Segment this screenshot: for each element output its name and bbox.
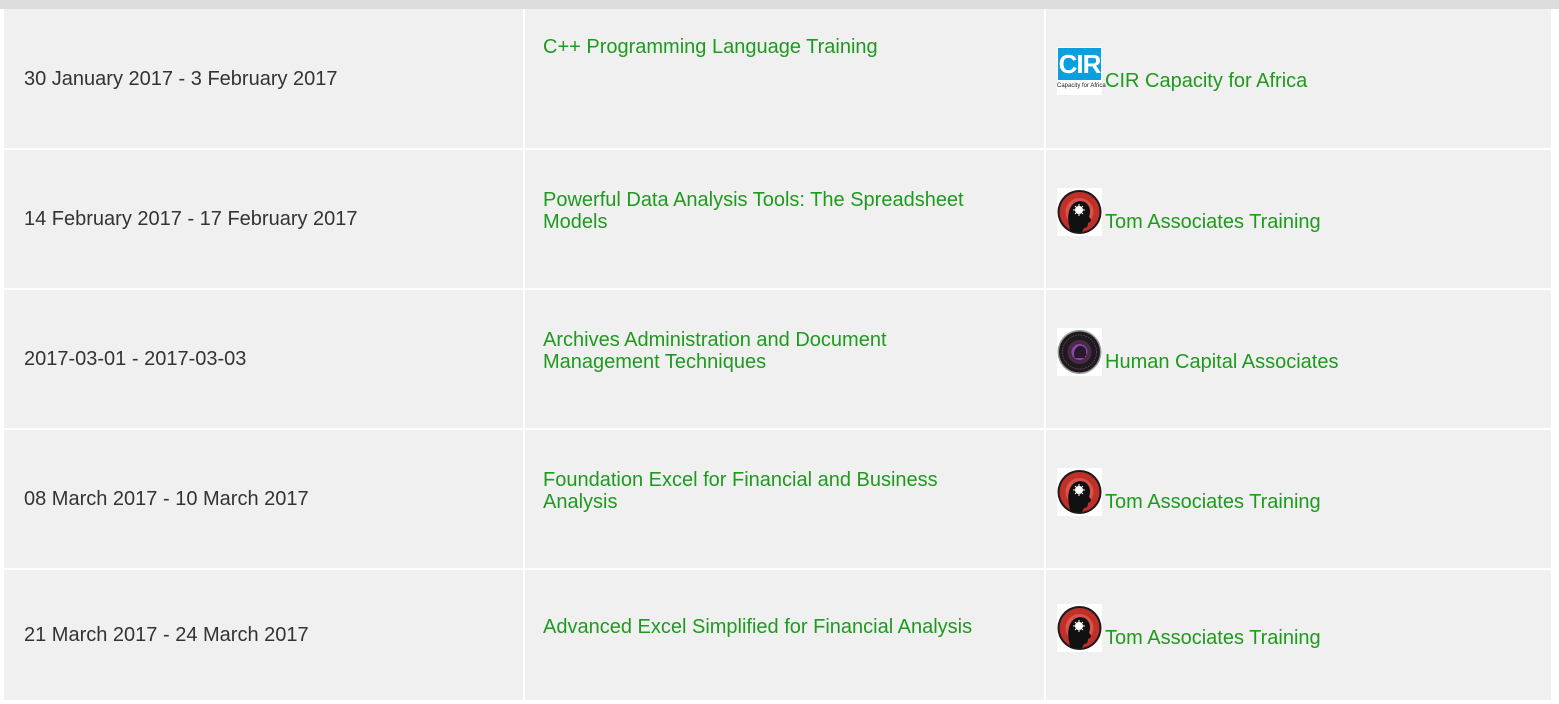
course-cell: Archives Administration and Document Man… <box>524 289 1046 430</box>
course-link[interactable]: Foundation Excel for Financial and Busin… <box>525 469 1044 513</box>
date-cell: 08 March 2017 - 10 March 2017 <box>4 429 525 570</box>
table-header-bar <box>0 0 1559 9</box>
table-row: 14 February 2017 - 17 February 2017 Powe… <box>4 149 1551 290</box>
organizer: Tom Associates Training <box>1046 467 1551 516</box>
course-cell: Foundation Excel for Financial and Busin… <box>524 429 1046 570</box>
course-link[interactable]: Advanced Excel Simplified for Financial … <box>525 616 1044 638</box>
date-cell: 2017-03-01 - 2017-03-03 <box>4 289 525 430</box>
course-link[interactable]: Powerful Data Analysis Tools: The Spread… <box>525 189 1044 233</box>
table-row: 30 January 2017 - 3 February 2017 C++ Pr… <box>4 9 1551 150</box>
cir-logo-icon[interactable]: CIR Capacity for Africa <box>1057 47 1106 95</box>
event-date: 08 March 2017 - 10 March 2017 <box>24 488 309 510</box>
human-capital-logo-icon[interactable] <box>1057 327 1102 376</box>
event-date: 30 January 2017 - 3 February 2017 <box>24 67 338 90</box>
organizer: Human Capital Associates <box>1046 327 1551 376</box>
event-date: 2017-03-01 - 2017-03-03 <box>24 348 247 370</box>
date-cell: 21 March 2017 - 24 March 2017 <box>4 569 525 700</box>
course-cell: Powerful Data Analysis Tools: The Spread… <box>524 149 1046 290</box>
organizer: Tom Associates Training <box>1046 187 1551 236</box>
organizer-cell: CIR Capacity for Africa CIR Capacity for… <box>1045 9 1551 150</box>
organizer-cell: Tom Associates Training <box>1045 149 1551 290</box>
organizer: Tom Associates Training <box>1046 603 1551 652</box>
course-cell: Advanced Excel Simplified for Financial … <box>524 569 1046 700</box>
tom-associates-logo-icon[interactable] <box>1057 603 1102 652</box>
organizer-link[interactable]: Tom Associates Training <box>1105 491 1321 516</box>
organizer-cell: Tom Associates Training <box>1045 429 1551 570</box>
event-date: 21 March 2017 - 24 March 2017 <box>24 624 309 646</box>
date-cell: 30 January 2017 - 3 February 2017 <box>4 9 525 150</box>
training-events-table: 30 January 2017 - 3 February 2017 C++ Pr… <box>4 9 1551 700</box>
organizer-cell: Tom Associates Training <box>1045 569 1551 700</box>
organizer-link[interactable]: CIR Capacity for Africa <box>1105 70 1307 95</box>
date-cell: 14 February 2017 - 17 February 2017 <box>4 149 525 290</box>
course-link[interactable]: C++ Programming Language Training <box>525 36 1044 58</box>
organizer-cell: Human Capital Associates <box>1045 289 1551 430</box>
table-row: 21 March 2017 - 24 March 2017 Advanced E… <box>4 569 1551 700</box>
organizer-link[interactable]: Tom Associates Training <box>1105 627 1321 652</box>
organizer-link[interactable]: Tom Associates Training <box>1105 211 1321 236</box>
course-link[interactable]: Archives Administration and Document Man… <box>525 329 1044 373</box>
course-cell: C++ Programming Language Training <box>524 9 1046 150</box>
table-row: 2017-03-01 - 2017-03-03 Archives Adminis… <box>4 289 1551 430</box>
organizer-link[interactable]: Human Capital Associates <box>1105 351 1338 376</box>
table-row: 08 March 2017 - 10 March 2017 Foundation… <box>4 429 1551 570</box>
tom-associates-logo-icon[interactable] <box>1057 467 1102 516</box>
organizer: CIR Capacity for Africa CIR Capacity for… <box>1046 47 1551 95</box>
tom-associates-logo-icon[interactable] <box>1057 187 1102 236</box>
event-date: 14 February 2017 - 17 February 2017 <box>24 208 358 230</box>
